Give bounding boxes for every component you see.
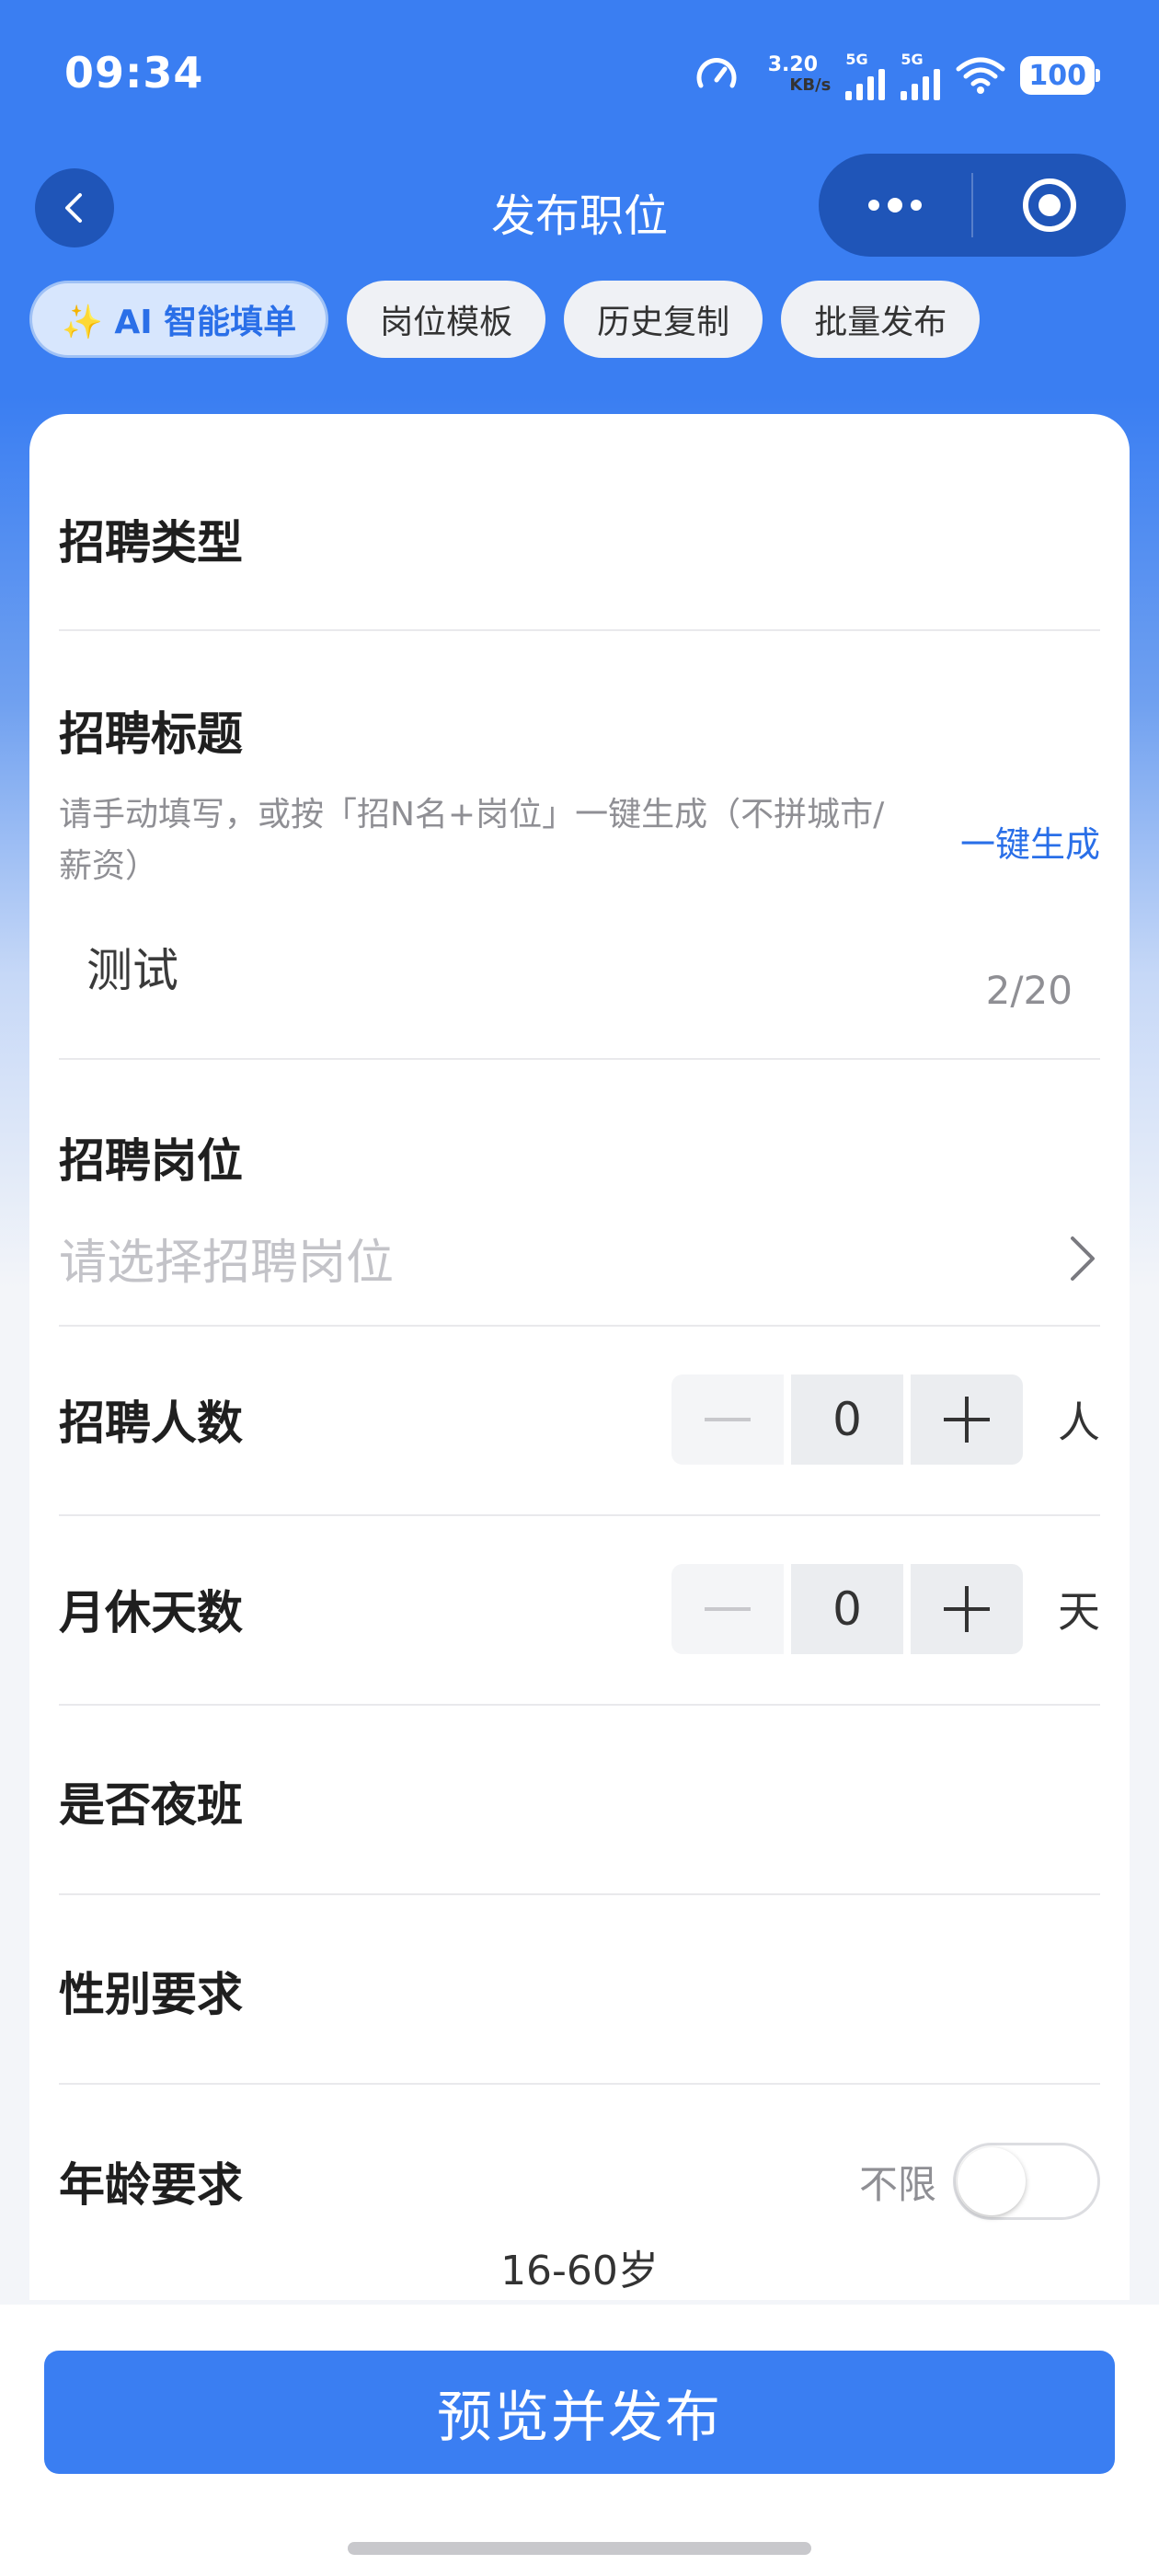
night-shift-label: 是否夜班 (59, 1778, 243, 1832)
signal-bars-icon (845, 69, 886, 100)
nav-bar: 发布职位 (0, 152, 1159, 262)
minus-icon (705, 1418, 751, 1421)
rest-days-input[interactable] (791, 1564, 903, 1654)
rest-days-decrement-button[interactable] (671, 1564, 784, 1654)
recruit-title-hint: 请手动填写，或按「招N名+岗位」一键生成（不拼城市/薪资） (59, 796, 885, 885)
network-speed: 3.20 KB/s (754, 53, 832, 96)
quick-action-tabs: ✨ AI 智能填单 岗位模板 历史复制 批量发布 (29, 281, 981, 358)
miniprogram-capsule (819, 154, 1126, 257)
generate-title-link[interactable]: 一键生成 (960, 816, 1100, 867)
toggle-knob (958, 2147, 1026, 2215)
job-form-card: 招聘类型 招聘标题 请手动填写，或按「招N名+岗位」一键生成（不拼城市/薪资） … (29, 414, 1130, 2300)
chevron-right-icon (1071, 1236, 1095, 1281)
divider (59, 1058, 1100, 1060)
divider (59, 1325, 1100, 1327)
wifi-icon (956, 57, 1005, 94)
target-icon (1023, 178, 1076, 232)
status-icons: 3.20 KB/s 5G 5G 100 (694, 48, 1100, 103)
more-dots-icon (868, 198, 922, 213)
recruit-title-counter-row: 2/20 (59, 968, 1100, 1013)
divider (59, 2083, 1100, 2085)
gender-label: 性别要求 (59, 1968, 243, 2021)
tab-ai-fill[interactable]: ✨ AI 智能填单 (29, 281, 329, 358)
recruit-count-row: 招聘人数 人 (59, 1374, 1100, 1465)
status-time: 09:34 (64, 48, 204, 98)
network-speed-value: 3.20 (767, 53, 819, 76)
rest-days-label: 月休天数 (59, 1586, 243, 1639)
rest-days-stepper (671, 1564, 1023, 1654)
recruit-count-increment-button[interactable] (911, 1374, 1023, 1465)
recruit-title-label: 招聘标题 (59, 707, 243, 761)
battery-indicator: 100 (1020, 56, 1100, 95)
rest-days-control: 天 (671, 1564, 1100, 1654)
rest-days-increment-button[interactable] (911, 1564, 1023, 1654)
divider (59, 629, 1100, 631)
signal-bars-icon (901, 69, 941, 100)
divider (59, 1514, 1100, 1516)
recruit-type-row[interactable]: 招聘类型 (59, 506, 1100, 572)
recruit-count-unit: 人 (1058, 1397, 1100, 1447)
signal-2-tag: 5G (901, 51, 924, 68)
recruit-count-label: 招聘人数 (59, 1397, 243, 1450)
recruit-position-select[interactable]: 请选择招聘岗位 (59, 1224, 1100, 1293)
recruit-position-placeholder: 请选择招聘岗位 (59, 1236, 395, 1291)
age-unlimited-toggle[interactable] (953, 2143, 1100, 2220)
recruit-position-row: 招聘岗位 (59, 1124, 1100, 1190)
night-shift-row[interactable]: 是否夜班 (59, 1768, 1100, 1834)
age-unlimited-control: 不限 (859, 2143, 1100, 2220)
gender-row[interactable]: 性别要求 (59, 1958, 1100, 2024)
home-indicator[interactable] (348, 2542, 811, 2555)
recruit-count-stepper (671, 1374, 1023, 1465)
divider (59, 1893, 1100, 1895)
signal-1: 5G (845, 51, 886, 100)
recruit-type-label: 招聘类型 (59, 516, 243, 569)
speedometer-icon (696, 58, 737, 88)
divider (59, 1704, 1100, 1706)
bottom-action-bar: 预览并发布 (0, 2305, 1159, 2576)
age-range-value: 16-60岁 (500, 2248, 659, 2294)
age-unlimited-label: 不限 (858, 2161, 936, 2207)
minus-icon (705, 1607, 751, 1611)
recruit-title-counter: 2/20 (985, 968, 1073, 1013)
signal-1-tag: 5G (845, 51, 868, 68)
network-speed-unit: KB/s (789, 75, 832, 95)
tab-history-copy[interactable]: 历史复制 (564, 281, 763, 358)
plus-icon (944, 1586, 990, 1632)
age-row: 年龄要求 不限 (59, 2140, 1100, 2223)
preview-publish-button[interactable]: 预览并发布 (44, 2351, 1115, 2474)
tab-position-template[interactable]: 岗位模板 (347, 281, 546, 358)
status-bar: 09:34 3.20 KB/s 5G 5G 100 (0, 0, 1159, 147)
recruit-count-input[interactable] (791, 1374, 903, 1465)
close-miniprogram-button[interactable] (973, 154, 1126, 257)
recruit-title-row: 招聘标题 (59, 697, 1100, 764)
more-button[interactable] (819, 154, 971, 257)
rest-days-row: 月休天数 天 (59, 1564, 1100, 1654)
plus-icon (944, 1397, 990, 1443)
recruit-count-control: 人 (671, 1374, 1100, 1465)
signal-2: 5G (901, 51, 941, 100)
age-range-row: 16-60岁 (59, 2237, 1100, 2296)
recruit-title-hint-row: 请手动填写，或按「招N名+岗位」一键生成（不拼城市/薪资） 一键生成 (59, 789, 1100, 892)
tab-batch-publish[interactable]: 批量发布 (781, 281, 981, 358)
recruit-position-label: 招聘岗位 (59, 1134, 243, 1188)
rest-days-unit: 天 (1058, 1587, 1100, 1637)
recruit-count-decrement-button[interactable] (671, 1374, 784, 1465)
age-label: 年龄要求 (59, 2158, 243, 2212)
